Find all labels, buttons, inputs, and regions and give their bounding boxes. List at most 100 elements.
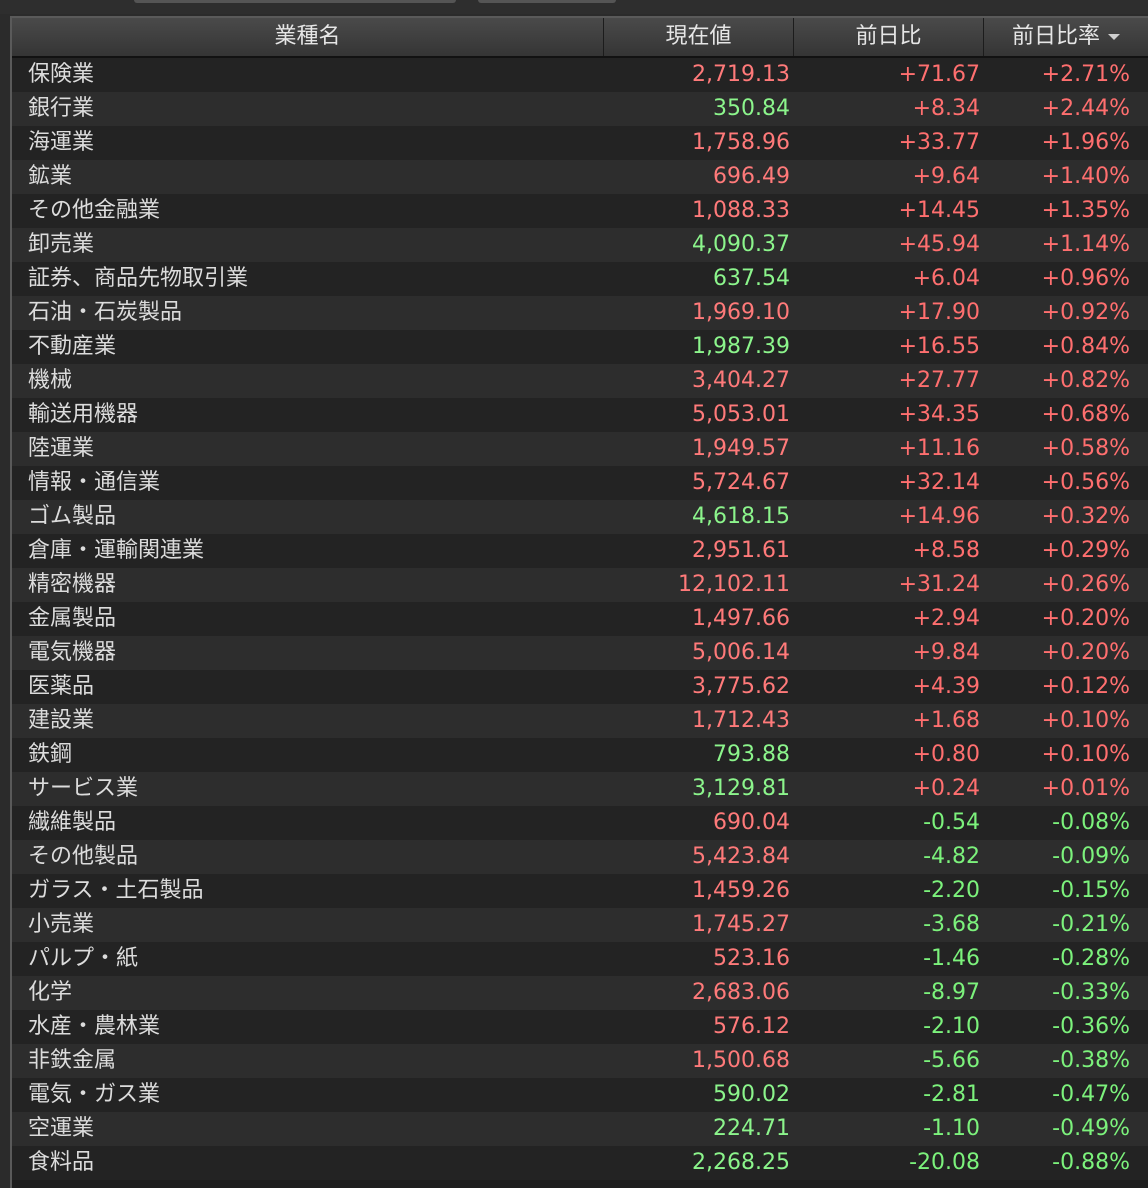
table-row[interactable]: サービス業 3,129.81 +0.24 +0.01% bbox=[12, 772, 1148, 806]
column-header-change[interactable]: 前日比 bbox=[794, 18, 984, 56]
table-row[interactable]: 鉄鋼 793.88 +0.80 +0.10% bbox=[12, 738, 1148, 772]
current-price: 1,745.27 bbox=[692, 912, 790, 937]
table-row[interactable]: 鉱業 696.49 +9.64 +1.40% bbox=[12, 160, 1148, 194]
column-header-sector-label: 業種名 bbox=[274, 24, 341, 49]
change-rate: -0.08% bbox=[1052, 810, 1130, 835]
change-value: +9.84 bbox=[912, 640, 980, 665]
change-value: +1.68 bbox=[912, 708, 980, 733]
table-row[interactable]: 小売業 1,745.27 -3.68 -0.21% bbox=[12, 908, 1148, 942]
current-price: 1,987.39 bbox=[692, 334, 790, 359]
current-price: 793.88 bbox=[713, 742, 790, 767]
current-price: 1,969.10 bbox=[692, 300, 790, 325]
change-value: +0.80 bbox=[912, 742, 980, 767]
table-row[interactable]: 化学 2,683.06 -8.97 -0.33% bbox=[12, 976, 1148, 1010]
table-row[interactable]: ガラス・土石製品 1,459.26 -2.20 -0.15% bbox=[12, 874, 1148, 908]
change-value: -8.97 bbox=[923, 980, 980, 1005]
change-rate: +0.10% bbox=[1041, 708, 1130, 733]
change-rate: -0.15% bbox=[1052, 878, 1130, 903]
current-price: 576.12 bbox=[713, 1014, 790, 1039]
change-rate: +2.44% bbox=[1041, 96, 1130, 121]
change-value: -2.20 bbox=[923, 878, 980, 903]
change-rate: -0.49% bbox=[1052, 1116, 1130, 1141]
table-row[interactable]: 電気・ガス業 590.02 -2.81 -0.47% bbox=[12, 1078, 1148, 1112]
table-row[interactable]: 石油・石炭製品 1,969.10 +17.90 +0.92% bbox=[12, 296, 1148, 330]
change-value: +4.39 bbox=[912, 674, 980, 699]
table-row[interactable]: 証券、商品先物取引業 637.54 +6.04 +0.96% bbox=[12, 262, 1148, 296]
table-row[interactable]: ゴム製品 4,618.15 +14.96 +0.32% bbox=[12, 500, 1148, 534]
table-row[interactable]: 繊維製品 690.04 -0.54 -0.08% bbox=[12, 806, 1148, 840]
table-row[interactable]: 非鉄金属 1,500.68 -5.66 -0.38% bbox=[12, 1044, 1148, 1078]
table-row[interactable]: 情報・通信業 5,724.67 +32.14 +0.56% bbox=[12, 466, 1148, 500]
current-price: 3,404.27 bbox=[692, 368, 790, 393]
change-value: +2.94 bbox=[912, 606, 980, 631]
change-rate: +1.35% bbox=[1041, 198, 1130, 223]
table-row[interactable]: 食料品 2,268.25 -20.08 -0.88% bbox=[12, 1146, 1148, 1180]
change-rate: +0.01% bbox=[1041, 776, 1130, 801]
change-value: +34.35 bbox=[898, 402, 980, 427]
column-header-sector[interactable]: 業種名 bbox=[12, 18, 604, 56]
table-row[interactable]: 電気機器 5,006.14 +9.84 +0.20% bbox=[12, 636, 1148, 670]
change-rate: +0.10% bbox=[1041, 742, 1130, 767]
sector-name: 鉄鋼 bbox=[28, 742, 73, 767]
table-row[interactable]: その他製品 5,423.84 -4.82 -0.09% bbox=[12, 840, 1148, 874]
table-row[interactable]: 陸運業 1,949.57 +11.16 +0.58% bbox=[12, 432, 1148, 466]
table-body: 保険業 2,719.13 +71.67 +2.71% 銀行業 350.84 +8.34 +2.… bbox=[12, 58, 1148, 1180]
change-rate: +0.96% bbox=[1041, 266, 1130, 291]
change-value: +45.94 bbox=[898, 232, 980, 257]
table-row[interactable]: 医薬品 3,775.62 +4.39 +0.12% bbox=[12, 670, 1148, 704]
change-rate: +0.84% bbox=[1041, 334, 1130, 359]
table-row[interactable]: 卸売業 4,090.37 +45.94 +1.14% bbox=[12, 228, 1148, 262]
table-row[interactable]: 精密機器 12,102.11 +31.24 +0.26% bbox=[12, 568, 1148, 602]
change-rate: +0.29% bbox=[1041, 538, 1130, 563]
change-value: -1.10 bbox=[923, 1116, 980, 1141]
change-value: -5.66 bbox=[923, 1048, 980, 1073]
change-rate: +1.96% bbox=[1041, 130, 1130, 155]
sector-name: 電気機器 bbox=[28, 640, 117, 665]
change-rate: +0.20% bbox=[1041, 606, 1130, 631]
sector-name: 非鉄金属 bbox=[28, 1048, 117, 1073]
change-rate: -0.33% bbox=[1052, 980, 1130, 1005]
change-value: -1.46 bbox=[923, 946, 980, 971]
table-row[interactable]: 輸送用機器 5,053.01 +34.35 +0.68% bbox=[12, 398, 1148, 432]
sector-name: 石油・石炭製品 bbox=[28, 300, 183, 325]
table-row[interactable]: 銀行業 350.84 +8.34 +2.44% bbox=[12, 92, 1148, 126]
current-price: 2,719.13 bbox=[692, 62, 790, 87]
table-row[interactable]: 保険業 2,719.13 +71.67 +2.71% bbox=[12, 58, 1148, 92]
sector-name: 陸運業 bbox=[28, 436, 95, 461]
change-value: -0.54 bbox=[923, 810, 980, 835]
change-value: +31.24 bbox=[898, 572, 980, 597]
sector-name: その他金融業 bbox=[28, 198, 161, 223]
table-row[interactable]: その他金融業 1,088.33 +14.45 +1.35% bbox=[12, 194, 1148, 228]
current-price: 4,618.15 bbox=[692, 504, 790, 529]
table-row[interactable]: 空運業 224.71 -1.10 -0.49% bbox=[12, 1112, 1148, 1146]
current-price: 1,459.26 bbox=[692, 878, 790, 903]
table-row[interactable]: 海運業 1,758.96 +33.77 +1.96% bbox=[12, 126, 1148, 160]
table-row[interactable]: 金属製品 1,497.66 +2.94 +0.20% bbox=[12, 602, 1148, 636]
table-row[interactable]: 機械 3,404.27 +27.77 +0.82% bbox=[12, 364, 1148, 398]
sector-name: ゴム製品 bbox=[28, 504, 117, 529]
change-value: +11.16 bbox=[898, 436, 980, 461]
change-rate: +0.56% bbox=[1041, 470, 1130, 495]
column-header-change-rate[interactable]: 前日比率 bbox=[984, 18, 1148, 56]
table-row[interactable]: 水産・農林業 576.12 -2.10 -0.36% bbox=[12, 1010, 1148, 1044]
change-rate: -0.36% bbox=[1052, 1014, 1130, 1039]
current-price: 1,949.57 bbox=[692, 436, 790, 461]
toolbar-control-left[interactable] bbox=[134, 0, 456, 3]
change-rate: -0.47% bbox=[1052, 1082, 1130, 1107]
current-price: 12,102.11 bbox=[678, 572, 790, 597]
column-header-price[interactable]: 現在値 bbox=[604, 18, 794, 56]
current-price: 1,712.43 bbox=[692, 708, 790, 733]
current-price: 637.54 bbox=[713, 266, 790, 291]
table-row[interactable]: 倉庫・運輸関連業 2,951.61 +8.58 +0.29% bbox=[12, 534, 1148, 568]
sector-name: 証券、商品先物取引業 bbox=[28, 266, 249, 291]
table-row[interactable]: 建設業 1,712.43 +1.68 +0.10% bbox=[12, 704, 1148, 738]
table-row[interactable]: 不動産業 1,987.39 +16.55 +0.84% bbox=[12, 330, 1148, 364]
sector-name: サービス業 bbox=[28, 776, 139, 801]
table-row[interactable]: パルプ・紙 523.16 -1.46 -0.28% bbox=[12, 942, 1148, 976]
change-rate: +1.40% bbox=[1041, 164, 1130, 189]
toolbar-control-right[interactable] bbox=[478, 0, 616, 3]
column-header-price-label: 現在値 bbox=[665, 24, 732, 49]
current-price: 1,500.68 bbox=[692, 1048, 790, 1073]
sector-name: 精密機器 bbox=[28, 572, 117, 597]
change-rate: -0.38% bbox=[1052, 1048, 1130, 1073]
